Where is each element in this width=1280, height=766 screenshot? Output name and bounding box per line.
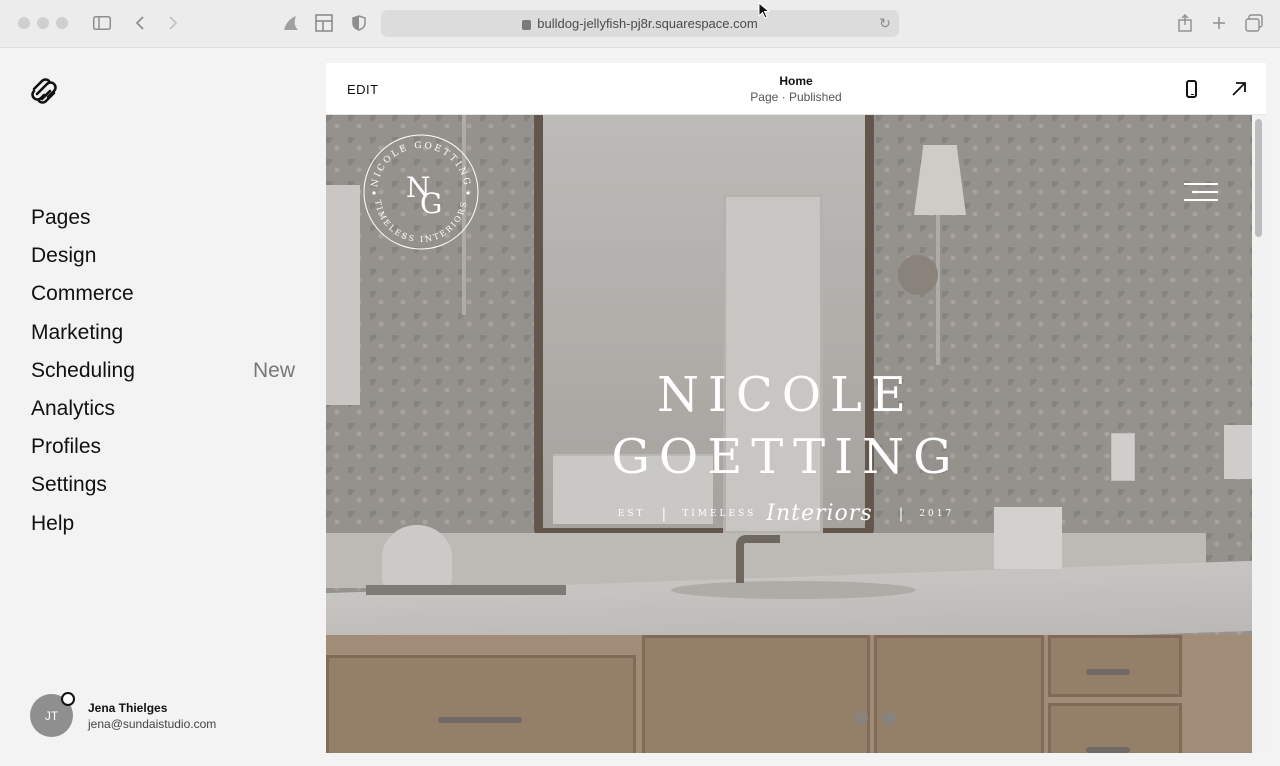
avatar-initials: JT (44, 708, 59, 723)
sidebar-item-label: Design (31, 244, 97, 268)
hamburger-menu-icon[interactable] (1184, 183, 1218, 201)
close-window-button[interactable] (18, 17, 30, 29)
sidebar-item-pages[interactable]: Pages (31, 199, 295, 237)
sidebar-item-settings[interactable]: Settings (31, 466, 295, 504)
brand-tagline: EST | TIMELESS Interiors | 2017 (526, 501, 1046, 526)
reload-icon[interactable]: ↻ (877, 15, 893, 31)
account-menu[interactable]: JT Jena Thielges jena@sundaistudio.com (30, 692, 217, 737)
address-text: bulldog-jellyfish-pj8r.squarespace.com (537, 16, 758, 31)
sidebar-item-label: Profiles (31, 435, 102, 459)
brand-seal-logo[interactable]: NICOLE GOETTING TIMELESS INTERIORS N G (362, 133, 480, 251)
open-external-icon[interactable] (1228, 78, 1250, 100)
layout-icon[interactable] (313, 12, 335, 34)
mobile-preview-icon[interactable] (1186, 80, 1197, 98)
sidebar-item-profiles[interactable]: Profiles (31, 428, 295, 466)
browser-toolbar: bulldog-jellyfish-pj8r.squarespace.com ↻ (0, 0, 1280, 48)
tagline-divider: | (898, 505, 904, 522)
sidebar-item-analytics[interactable]: Analytics (31, 390, 295, 428)
sidebar-nav: Pages Design Commerce Marketing Scheduli… (31, 199, 295, 543)
sidebar-item-scheduling[interactable]: Scheduling New (31, 352, 295, 390)
sidebar-toggle-icon[interactable] (91, 12, 113, 34)
lock-icon (522, 19, 532, 30)
tagline-year: 2017 (919, 508, 955, 519)
back-icon[interactable] (129, 12, 151, 34)
tagline-est: EST (617, 508, 646, 519)
sidebar: Pages Design Commerce Marketing Scheduli… (0, 49, 325, 766)
extension-icon[interactable] (280, 12, 302, 34)
page-title: Home (779, 74, 813, 88)
sidebar-item-marketing[interactable]: Marketing (31, 314, 295, 352)
zoom-window-button[interactable] (56, 17, 68, 29)
preview-scrollbar[interactable] (1252, 115, 1266, 753)
hero-brand: NICOLE GOETTING EST | TIMELESS Interiors… (526, 367, 1046, 526)
user-name: Jena Thielges (88, 700, 168, 715)
sidebar-item-label: Scheduling (31, 358, 135, 382)
brand-line-1: NICOLE (657, 367, 915, 423)
minimize-window-button[interactable] (37, 17, 49, 29)
share-icon[interactable] (1174, 12, 1196, 34)
forward-icon[interactable] (162, 12, 184, 34)
user-email: jena@sundaistudio.com (88, 716, 217, 731)
page-title-block: Home Page · Published (326, 74, 1266, 104)
sidebar-item-label: Help (31, 511, 75, 535)
preview-toolbar: EDIT Home Page · Published (326, 63, 1266, 115)
page-status: Page · Published (750, 90, 842, 104)
tab-overview-icon[interactable] (1243, 12, 1265, 34)
shield-icon[interactable] (348, 12, 370, 34)
sidebar-item-label: Marketing (31, 320, 124, 344)
brand-line-2: GOETTING (611, 429, 961, 485)
tagline-script: Interiors (766, 501, 873, 526)
tagline-divider: | (661, 505, 667, 522)
site-preview: EDIT Home Page · Published NICOLE GOETTI… (326, 63, 1266, 753)
sidebar-item-label: Settings (31, 473, 107, 497)
hero-image: NICOLE GOETTING TIMELESS INTERIORS N G N… (326, 115, 1252, 753)
address-bar[interactable]: bulldog-jellyfish-pj8r.squarespace.com ↻ (381, 10, 899, 37)
avatar[interactable]: JT (30, 692, 75, 737)
tagline-timeless: TIMELESS (682, 508, 757, 519)
monogram-g: G (420, 187, 442, 220)
sidebar-item-help[interactable]: Help (31, 505, 295, 543)
mouse-cursor-icon (758, 2, 771, 19)
sidebar-item-label: Commerce (31, 282, 134, 306)
sidebar-item-design[interactable]: Design (31, 237, 295, 275)
new-badge: New (252, 358, 295, 382)
sidebar-item-label: Pages (31, 206, 91, 230)
notification-ring-icon (61, 692, 75, 706)
new-tab-icon[interactable] (1208, 12, 1230, 34)
sidebar-item-commerce[interactable]: Commerce (31, 275, 295, 313)
sidebar-item-label: Analytics (31, 397, 116, 421)
squarespace-logo-icon[interactable] (30, 77, 58, 105)
scrollbar-thumb[interactable] (1255, 119, 1262, 237)
